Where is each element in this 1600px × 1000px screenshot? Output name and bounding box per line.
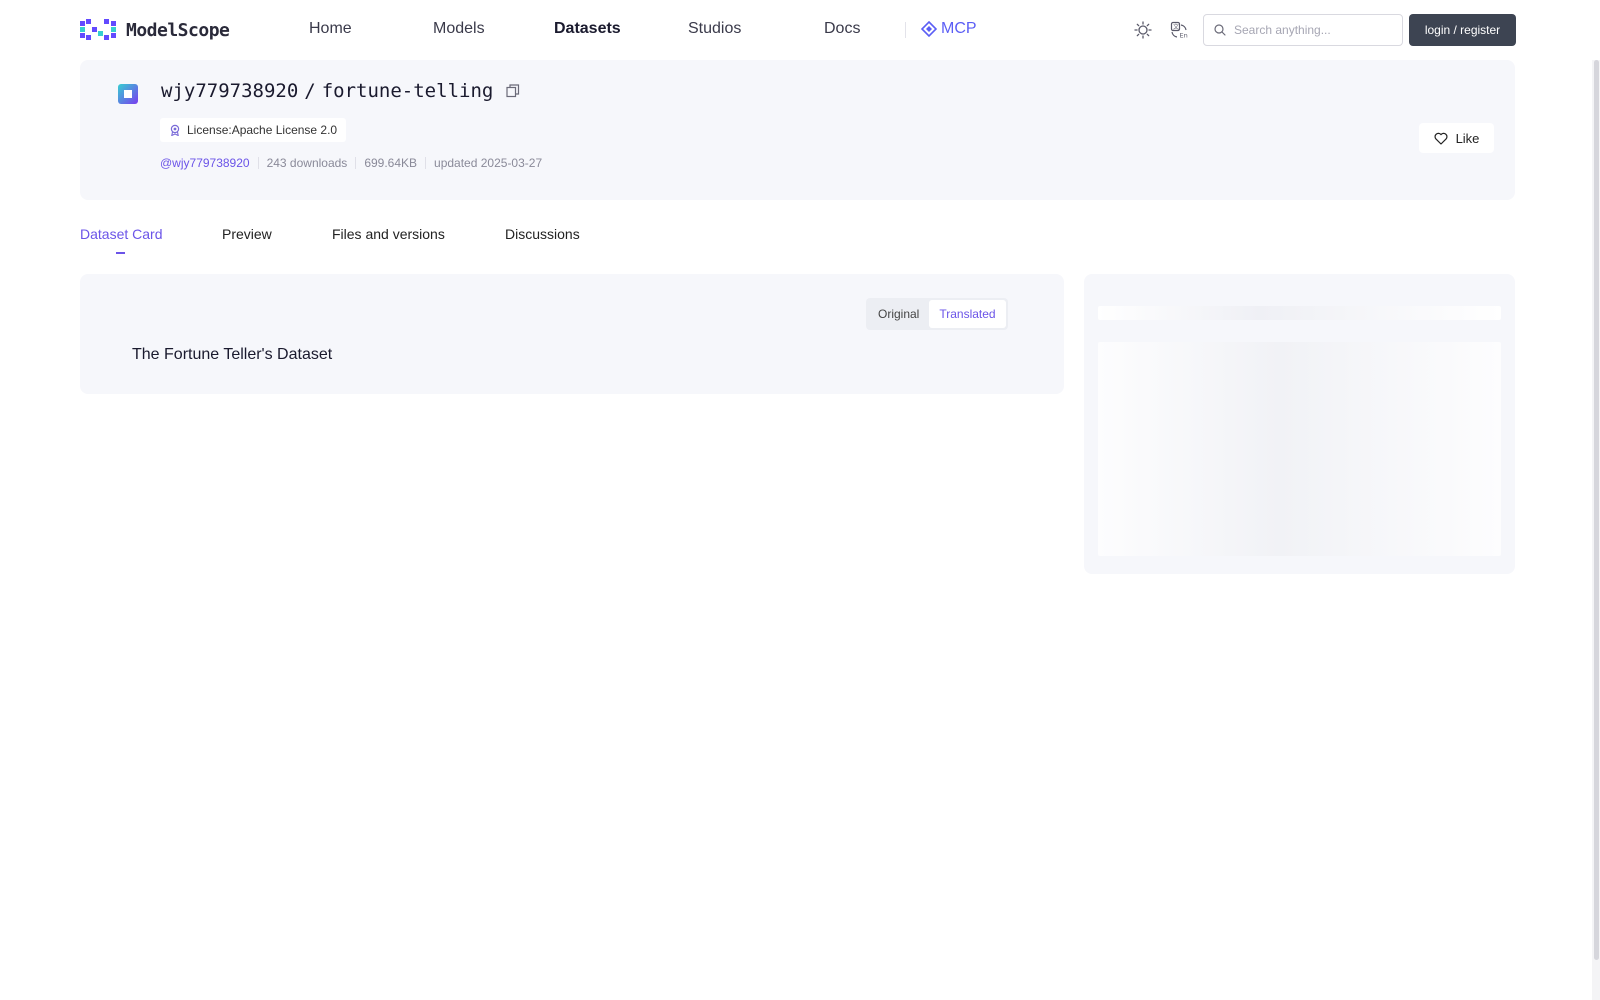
- dataset-owner[interactable]: wjy779738920: [161, 80, 298, 102]
- nav-datasets[interactable]: Datasets: [554, 20, 621, 38]
- nav-home[interactable]: Home: [309, 20, 352, 38]
- download-count: 243 downloads: [266, 156, 348, 170]
- sidebar-loading-panel: [1084, 274, 1515, 574]
- owner-handle-link[interactable]: @wjy779738920: [160, 156, 250, 170]
- svg-text:文: 文: [1173, 23, 1179, 31]
- translation-toggle: Original Translated: [866, 298, 1008, 330]
- like-button[interactable]: Like: [1419, 123, 1494, 153]
- nav-mcp[interactable]: MCP: [921, 20, 977, 38]
- logo-wordmark: ModelScope: [126, 19, 230, 41]
- heart-icon: [1434, 132, 1448, 145]
- nav-docs[interactable]: Docs: [824, 20, 860, 38]
- tab-dataset-card[interactable]: Dataset Card: [80, 226, 162, 242]
- search-box[interactable]: [1203, 14, 1403, 46]
- nav-models[interactable]: Models: [433, 20, 485, 38]
- toggle-translated[interactable]: Translated: [929, 300, 1006, 328]
- tab-files-and-versions[interactable]: Files and versions: [332, 226, 445, 242]
- tab-preview[interactable]: Preview: [222, 226, 272, 242]
- dataset-card-content: Original Translated The Fortune Teller's…: [80, 274, 1064, 394]
- copy-icon[interactable]: [505, 83, 521, 99]
- top-navbar: ModelScope Home Models Datasets Studios …: [0, 0, 1600, 60]
- search-icon: [1214, 24, 1226, 36]
- modelscope-logo-icon: [80, 19, 116, 40]
- dataset-meta: @wjy779738920 243 downloads 699.64KB upd…: [160, 156, 542, 170]
- dataset-header: wjy779738920 / fortune-telling License:A…: [80, 60, 1515, 200]
- mcp-icon: [921, 21, 937, 37]
- login-register-button[interactable]: login / register: [1409, 14, 1516, 46]
- title-separator: /: [304, 80, 316, 102]
- active-tab-indicator: [116, 252, 125, 254]
- nav-divider: [905, 22, 906, 38]
- dataset-title: wjy779738920 / fortune-telling: [161, 80, 521, 102]
- nav-studios[interactable]: Studios: [688, 20, 741, 38]
- page-scrollbar-thumb[interactable]: [1594, 60, 1599, 960]
- skeleton-line: [1098, 306, 1501, 320]
- dataset-icon: [118, 84, 138, 104]
- theme-toggle-button[interactable]: [1132, 19, 1154, 41]
- tab-discussions[interactable]: Discussions: [505, 226, 580, 242]
- toggle-original[interactable]: Original: [868, 300, 929, 328]
- license-icon: [170, 124, 180, 136]
- language-switch-icon: 文 En: [1170, 21, 1188, 39]
- license-label: License:Apache License 2.0: [187, 123, 338, 137]
- sun-icon: [1134, 21, 1152, 39]
- meta-divider: [257, 157, 259, 169]
- language-switch-button[interactable]: 文 En: [1168, 19, 1190, 41]
- svg-text:En: En: [1180, 32, 1188, 40]
- search-input[interactable]: [1234, 23, 1394, 37]
- mcp-label: MCP: [941, 20, 977, 37]
- license-badge: License:Apache License 2.0: [160, 118, 347, 142]
- skeleton-block: [1098, 342, 1501, 556]
- meta-divider: [425, 157, 427, 169]
- modelscope-logo[interactable]: ModelScope: [80, 18, 230, 42]
- meta-divider: [355, 157, 357, 169]
- like-label: Like: [1455, 130, 1480, 146]
- updated-date: updated 2025-03-27: [434, 156, 543, 170]
- dataset-card-title: The Fortune Teller's Dataset: [132, 346, 333, 363]
- dataset-name: fortune-telling: [321, 80, 494, 102]
- dataset-size: 699.64KB: [364, 156, 418, 170]
